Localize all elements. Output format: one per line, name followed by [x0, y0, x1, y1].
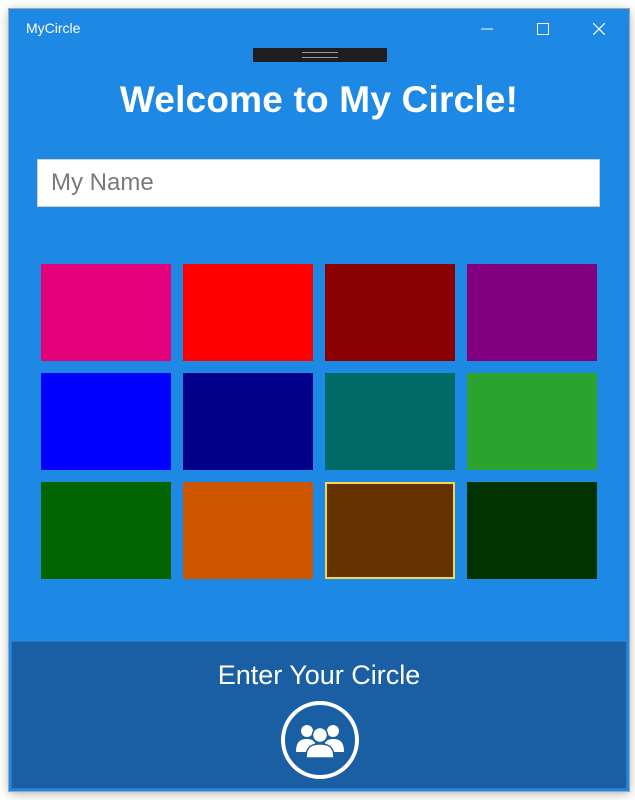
name-input[interactable]: [37, 159, 600, 207]
enter-circle-label: Enter Your Circle: [217, 660, 421, 690]
group-icon: [281, 701, 359, 779]
close-button[interactable]: [576, 9, 622, 48]
window-title: MyCircle: [26, 20, 81, 36]
color-swatch[interactable]: [41, 482, 171, 579]
maximize-button[interactable]: [520, 9, 566, 48]
maximize-icon: [537, 22, 549, 35]
grip-lines-icon: [302, 52, 338, 58]
minimize-button[interactable]: [464, 9, 510, 48]
enter-circle-button[interactable]: Enter Your Circle: [11, 641, 627, 789]
color-swatch[interactable]: [183, 264, 313, 361]
color-swatch[interactable]: [325, 264, 455, 361]
color-swatch[interactable]: [325, 482, 455, 579]
color-swatch[interactable]: [325, 373, 455, 470]
title-bar[interactable]: MyCircle: [9, 9, 629, 48]
color-swatch[interactable]: [183, 373, 313, 470]
app-window: MyCircle Welcome to My Circle! Enter You…: [9, 9, 629, 791]
color-swatch[interactable]: [183, 482, 313, 579]
color-swatch[interactable]: [41, 264, 171, 361]
color-swatch[interactable]: [467, 373, 597, 470]
close-icon: [593, 22, 605, 35]
color-swatch[interactable]: [467, 482, 597, 579]
color-swatch[interactable]: [41, 373, 171, 470]
drag-handle[interactable]: [253, 48, 387, 62]
minimize-icon: [481, 28, 493, 29]
color-picker-grid: [41, 264, 597, 579]
color-swatch[interactable]: [467, 264, 597, 361]
welcome-heading: Welcome to My Circle!: [119, 79, 519, 120]
